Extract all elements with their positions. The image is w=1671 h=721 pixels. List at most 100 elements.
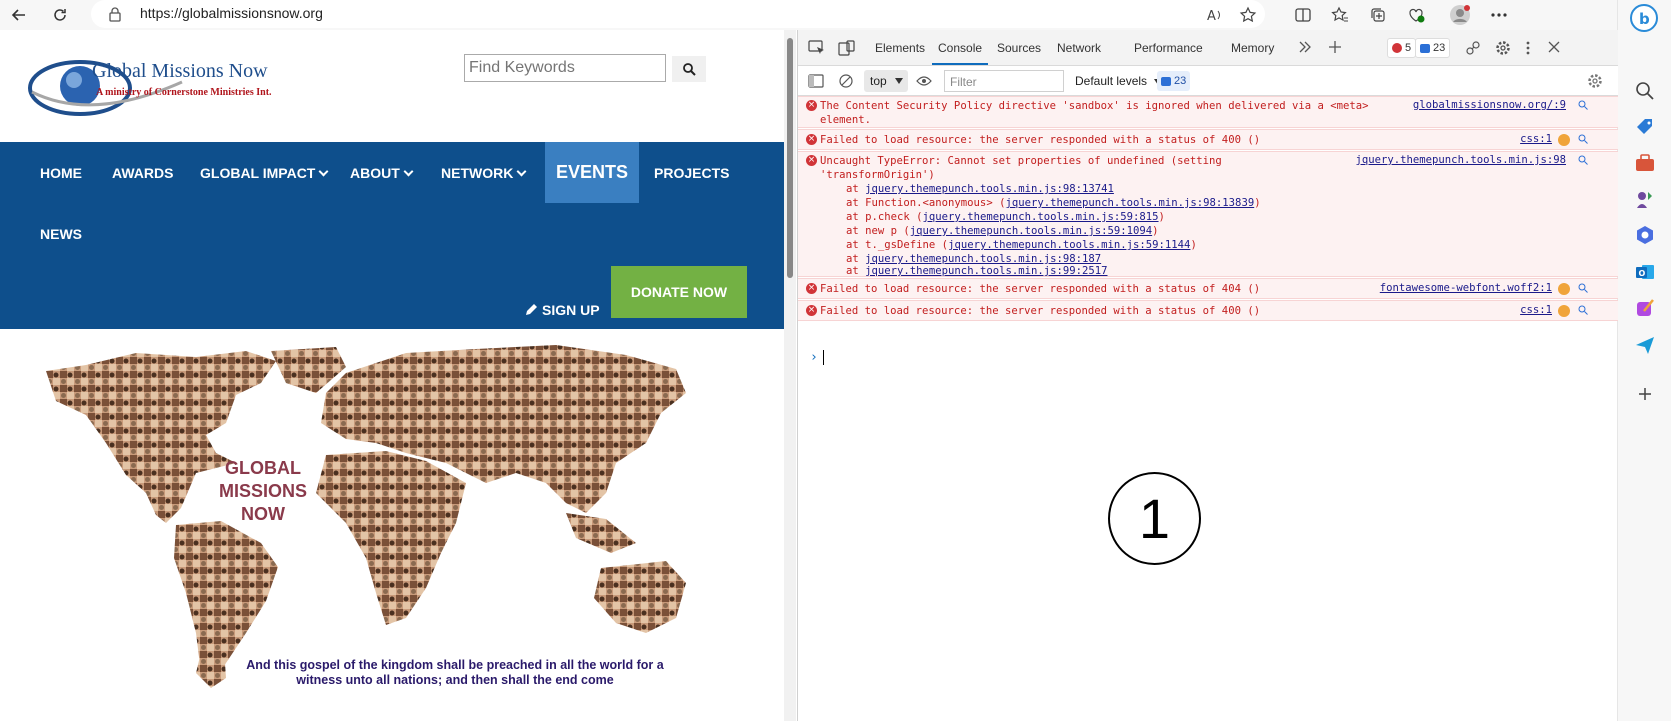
stack-link[interactable]: jquery.themepunch.tools.min.js:98:13741 [865, 183, 1114, 195]
website-viewport: Global Missions Now A ministry of Corner… [0, 30, 785, 721]
stack-link[interactable]: jquery.themepunch.tools.min.js:99:2517 [865, 265, 1107, 277]
bing-icon[interactable]: b [1629, 3, 1659, 33]
tab-sources[interactable]: Sources [997, 41, 1041, 55]
nav-global-impact[interactable]: GLOBAL IMPACT [200, 165, 329, 181]
console-input-caret[interactable] [823, 350, 824, 365]
stack-prefix: at [846, 265, 866, 277]
stack-link[interactable]: jquery.themepunch.tools.min.js:59:1094 [910, 225, 1152, 237]
live-expression-eye-icon[interactable] [916, 74, 932, 88]
message-count-badge[interactable]: 23 [1415, 38, 1451, 58]
nav-about[interactable]: ABOUT [350, 165, 414, 181]
tab-console[interactable]: Console [938, 41, 982, 55]
collections-icon[interactable] [1365, 3, 1391, 27]
stack-frame: at jquery.themepunch.tools.min.js:99:251… [846, 264, 1108, 278]
read-aloud-icon[interactable]: A [1203, 3, 1229, 27]
error-icon: × [806, 100, 817, 111]
nav-awards[interactable]: AWARDS [112, 165, 173, 181]
more-options-icon[interactable] [1525, 40, 1531, 56]
stack-prefix: at Function.<anonymous> ( [846, 197, 1006, 209]
back-arrow-icon[interactable] [6, 3, 32, 27]
console-error-message[interactable]: × Uncaught TypeError: Cannot set propert… [798, 151, 1618, 277]
search-icon [683, 63, 696, 76]
error-icon: × [806, 283, 817, 294]
nav-network[interactable]: NETWORK [441, 165, 527, 181]
source-link[interactable]: jquery.themepunch.tools.min.js:98 [1356, 154, 1566, 166]
lock-icon[interactable] [108, 6, 122, 22]
search-icon[interactable] [1578, 305, 1588, 315]
sidebar-toggle-icon[interactable] [808, 74, 824, 88]
stack-prefix: at [846, 183, 866, 195]
games-icon[interactable] [1634, 188, 1656, 210]
network-warning-icon[interactable] [1558, 134, 1570, 146]
search-icon[interactable] [1634, 80, 1656, 102]
refresh-icon[interactable] [47, 3, 73, 27]
more-icon[interactable] [1486, 3, 1512, 27]
network-warning-icon[interactable] [1558, 283, 1570, 295]
add-tab-icon[interactable] [1328, 40, 1342, 54]
site-logo[interactable]: Global Missions Now A ministry of Corner… [28, 52, 278, 122]
donate-button[interactable]: DONATE NOW [611, 266, 747, 318]
microsoft365-icon[interactable] [1634, 224, 1656, 246]
context-select[interactable]: top [864, 70, 908, 92]
sign-up-label: SIGN UP [542, 302, 600, 318]
stack-link[interactable]: jquery.themepunch.tools.min.js:59:1144 [948, 239, 1190, 251]
nav-news[interactable]: NEWS [40, 226, 82, 242]
browser-essentials-icon[interactable] [1403, 3, 1429, 27]
shopping-tag-icon[interactable] [1634, 116, 1656, 138]
search-input[interactable]: Find Keywords [464, 54, 666, 82]
svg-text:A: A [1207, 9, 1216, 23]
sign-up-link[interactable]: SIGN UP [524, 302, 600, 318]
profile-avatar-icon[interactable] [1447, 3, 1473, 27]
console-error-message[interactable]: × Failed to load resource: the server re… [798, 278, 1618, 299]
add-icon[interactable] [1634, 383, 1656, 405]
nav-events[interactable]: EVENTS [545, 142, 639, 203]
error-count-badge[interactable]: 5 [1387, 38, 1417, 58]
log-levels-dropdown[interactable]: Default levels [1075, 74, 1163, 88]
search-icon[interactable] [1578, 155, 1588, 165]
close-icon[interactable] [1547, 40, 1561, 54]
issues-badge[interactable]: 23 [1157, 71, 1191, 91]
source-link[interactable]: globalmissionsnow.org/:9 [1413, 99, 1566, 111]
console-settings-gear-icon[interactable] [1587, 73, 1603, 89]
console-error-message[interactable]: × Failed to load resource: the server re… [798, 129, 1618, 150]
more-tabs-icon[interactable] [1298, 41, 1312, 53]
stack-frame: at jquery.themepunch.tools.min.js:98:137… [846, 182, 1114, 196]
source-link[interactable]: css:1 [1520, 133, 1552, 145]
scrollbar-thumb[interactable] [787, 38, 793, 278]
context-value: top [870, 74, 887, 88]
stack-link[interactable]: jquery.themepunch.tools.min.js:59:815 [923, 211, 1159, 223]
page-scrollbar[interactable] [784, 30, 796, 721]
split-screen-icon[interactable] [1290, 3, 1316, 27]
source-link[interactable]: fontawesome-webfont.woff2:1 [1380, 282, 1552, 294]
tab-memory[interactable]: Memory [1231, 41, 1274, 55]
address-bar[interactable]: https://globalmissionsnow.org [91, 0, 1265, 28]
tab-network[interactable]: Network [1057, 41, 1101, 55]
toolbox-icon[interactable] [1634, 152, 1656, 174]
designer-icon[interactable] [1634, 297, 1656, 319]
tab-performance[interactable]: Performance [1134, 41, 1203, 55]
search-icon[interactable] [1578, 100, 1588, 110]
source-link[interactable]: css:1 [1520, 304, 1552, 316]
search-button[interactable] [672, 56, 706, 82]
device-emulation-icon[interactable] [838, 40, 856, 56]
stack-link[interactable]: jquery.themepunch.tools.min.js:98:13839 [1005, 197, 1254, 209]
console-error-message[interactable]: × The Content Security Policy directive … [798, 96, 1618, 128]
connect-device-icon[interactable] [1465, 40, 1481, 56]
favorites-icon[interactable] [1327, 3, 1353, 27]
nav-home[interactable]: HOME [40, 165, 82, 181]
settings-gear-icon[interactable] [1495, 40, 1511, 56]
filter-input[interactable]: Filter [944, 70, 1064, 92]
stack-frame: at new p (jquery.themepunch.tools.min.js… [846, 224, 1159, 238]
favorite-star-icon[interactable] [1235, 3, 1261, 27]
console-error-message[interactable]: × Failed to load resource: the server re… [798, 300, 1618, 321]
clear-console-icon[interactable] [838, 73, 854, 89]
search-icon[interactable] [1578, 134, 1588, 144]
network-warning-icon[interactable] [1558, 305, 1570, 317]
tab-elements[interactable]: Elements [875, 41, 925, 55]
search-icon[interactable] [1578, 283, 1588, 293]
inspect-element-icon[interactable] [808, 40, 826, 56]
nav-projects[interactable]: PROJECTS [654, 165, 729, 181]
send-icon[interactable] [1634, 334, 1656, 356]
url-text[interactable]: https://globalmissionsnow.org [140, 5, 323, 21]
outlook-icon[interactable]: O [1634, 261, 1656, 283]
